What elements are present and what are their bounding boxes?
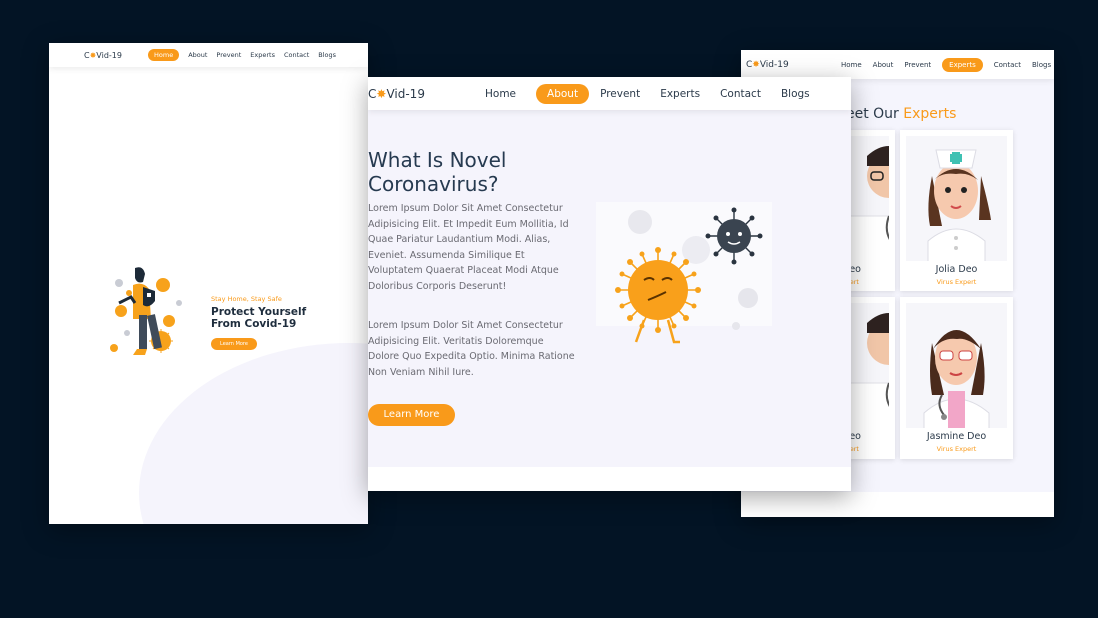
learn-more-button[interactable]: Learn More bbox=[368, 404, 455, 426]
nav-blogs[interactable]: Blogs bbox=[781, 84, 810, 104]
virus-icon: ✸ bbox=[752, 59, 760, 70]
coronavirus-illustration bbox=[596, 202, 772, 344]
section-title-text: eet Our bbox=[846, 106, 904, 122]
about-paragraph-1: Lorem Ipsum Dolor Sit Amet Consectetur A… bbox=[368, 203, 569, 292]
nav-contact[interactable]: Contact bbox=[720, 84, 761, 104]
expert-role: Virus Expert bbox=[936, 278, 977, 286]
nav-links: Home About Prevent Experts Contact Blogs bbox=[485, 83, 830, 104]
logo-suffix: Vid-19 bbox=[759, 59, 789, 70]
section-title-line1: What Is Novel bbox=[368, 148, 507, 172]
expert-name: Jolia Deo bbox=[935, 264, 978, 275]
footer-strip bbox=[741, 492, 1054, 517]
nav-experts[interactable]: Experts bbox=[660, 84, 700, 104]
expert-card[interactable]: Jolia Deo Virus Expert bbox=[900, 130, 1013, 291]
logo[interactable]: C✸Vid-19 bbox=[746, 60, 830, 70]
logo-suffix: Vid-19 bbox=[386, 86, 425, 101]
section-title: What Is Novel Coronavirus? bbox=[368, 148, 506, 196]
nav-home[interactable]: Home bbox=[148, 49, 180, 61]
footer-strip bbox=[368, 467, 851, 491]
hero-text: Stay Home, Stay Safe Protect Yourself Fr… bbox=[211, 295, 331, 350]
nav-experts[interactable]: Experts bbox=[250, 49, 275, 61]
hero-title-line1: Protect Yourself bbox=[211, 306, 307, 318]
section-title: eet Our Experts bbox=[846, 106, 956, 122]
logo[interactable]: C✸Vid-19 bbox=[368, 87, 485, 101]
nav-about[interactable]: About bbox=[536, 83, 590, 104]
nav-prevent[interactable]: Prevent bbox=[600, 84, 640, 104]
nav-links: Home About Prevent Experts Contact Blogs bbox=[148, 49, 345, 61]
nav-contact[interactable]: Contact bbox=[284, 49, 309, 61]
nav-home[interactable]: Home bbox=[841, 58, 862, 72]
nav-home[interactable]: Home bbox=[485, 84, 516, 104]
hero-tagline: Stay Home, Stay Safe bbox=[211, 295, 282, 303]
expert-name: Jasmine Deo bbox=[926, 431, 987, 442]
navbar: C✸Vid-19 Home About Prevent Experts Cont… bbox=[368, 77, 851, 110]
home-page-preview: C✸Vid-19 Home About Prevent Experts Cont… bbox=[49, 43, 368, 524]
nav-about[interactable]: About bbox=[873, 58, 894, 72]
section-title-line2: Coronavirus? bbox=[368, 172, 499, 196]
navbar: C✸Vid-19 Home About Prevent Experts Cont… bbox=[741, 50, 1054, 79]
virus-icon: ✸ bbox=[376, 86, 387, 101]
nav-about[interactable]: About bbox=[188, 49, 207, 61]
hero-title: Protect Yourself From Covid-19 bbox=[211, 306, 331, 330]
about-paragraph-2: Lorem Ipsum Dolor Sit Amet Consectetur A… bbox=[368, 320, 575, 378]
person-with-shield-illustration bbox=[110, 267, 182, 355]
section-title-highlight: Experts bbox=[903, 106, 957, 122]
logo-suffix: Vid-19 bbox=[96, 50, 122, 60]
nav-blogs[interactable]: Blogs bbox=[318, 49, 336, 61]
expert-photo bbox=[906, 136, 1007, 261]
nurse-avatar bbox=[927, 149, 991, 261]
navbar: C✸Vid-19 Home About Prevent Experts Cont… bbox=[49, 43, 368, 67]
nav-prevent[interactable]: Prevent bbox=[904, 58, 931, 72]
nav-contact[interactable]: Contact bbox=[994, 58, 1021, 72]
expert-photo bbox=[906, 303, 1007, 428]
hero-title-line2: From Covid-19 bbox=[211, 318, 297, 330]
expert-role: Virus Expert bbox=[936, 445, 977, 453]
expert-card[interactable]: Jasmine Deo Virus Expert bbox=[900, 297, 1013, 459]
logo[interactable]: C✸Vid-19 bbox=[84, 51, 148, 60]
learn-more-button[interactable]: Learn More bbox=[211, 338, 257, 350]
nav-blogs[interactable]: Blogs bbox=[1032, 58, 1051, 72]
nav-prevent[interactable]: Prevent bbox=[216, 49, 241, 61]
nav-experts[interactable]: Experts bbox=[942, 57, 983, 72]
about-page-preview: C✸Vid-19 Home About Prevent Experts Cont… bbox=[368, 77, 851, 491]
nav-links: Home About Prevent Experts Contact Blogs bbox=[830, 57, 1051, 72]
doctor-woman-avatar bbox=[923, 330, 990, 428]
